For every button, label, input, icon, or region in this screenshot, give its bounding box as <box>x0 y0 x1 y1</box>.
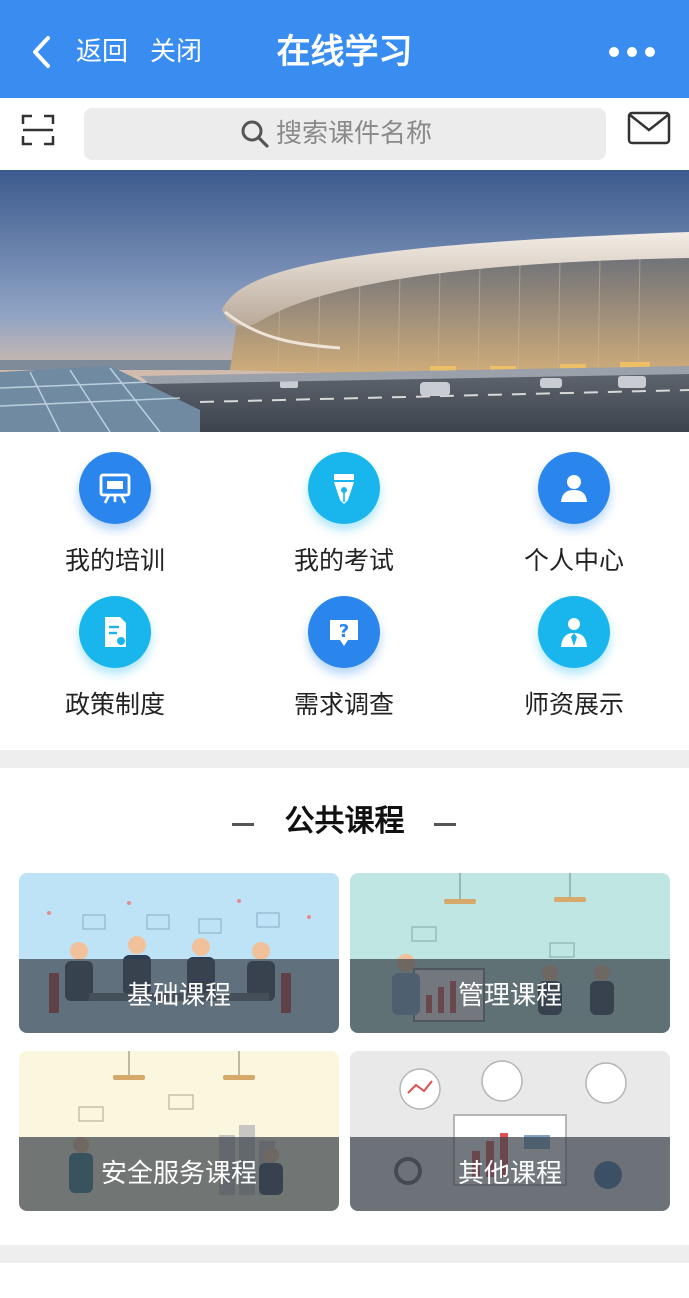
airport-terminal-photo <box>0 170 689 432</box>
scan-icon[interactable] <box>20 112 56 148</box>
section-title-public-courses: 公共课程 <box>284 804 405 839</box>
banner-image[interactable] <box>0 170 689 432</box>
course-card-label: 其他课程 <box>457 1159 562 1189</box>
policy-document-icon <box>79 596 151 668</box>
menu-item-my-training[interactable]: 我的培训 <box>15 452 215 582</box>
search-box[interactable] <box>84 108 606 160</box>
menu-item-survey[interactable]: ? 需求调查 <box>244 596 444 726</box>
menu-item-personal-center[interactable]: 个人中心 <box>474 452 674 582</box>
mail-icon[interactable] <box>627 110 671 146</box>
teacher-icon <box>538 596 610 668</box>
course-card-management[interactable]: 管理课程 <box>350 873 670 1033</box>
menu-item-teachers[interactable]: 师资展示 <box>474 596 674 726</box>
menu-item-my-exam[interactable]: 我的考试 <box>244 452 444 582</box>
bottom-divider <box>0 1245 689 1263</box>
course-card-label: 基础课程 <box>126 981 231 1011</box>
function-menu-grid: 我的培训 我的考试 个人中心 政策制度 ? 需求调查 师资展示 <box>0 432 689 750</box>
menu-label: 个人中心 <box>523 546 624 575</box>
top-nav-bar: 返回 关闭 在线学习 <box>0 0 689 98</box>
svg-text:?: ? <box>339 621 349 642</box>
title-dash-right <box>434 823 456 826</box>
course-card-other[interactable]: 其他课程 <box>350 1051 670 1211</box>
close-button[interactable]: 关闭 <box>150 34 202 70</box>
question-bubble-icon: ? <box>308 596 380 668</box>
course-card-safety-service[interactable]: 安全服务课程 <box>19 1051 339 1211</box>
training-board-icon <box>79 452 151 524</box>
back-arrow-icon[interactable] <box>26 32 60 72</box>
search-input[interactable] <box>276 114 596 154</box>
person-icon <box>538 452 610 524</box>
course-card-label: 安全服务课程 <box>100 1159 257 1189</box>
search-bar-row <box>0 98 689 170</box>
menu-label: 我的培训 <box>64 546 165 575</box>
menu-label: 师资展示 <box>523 690 624 719</box>
section-divider <box>0 750 689 768</box>
pen-nib-icon <box>308 452 380 524</box>
course-card-basic[interactable]: 基础课程 <box>19 873 339 1033</box>
search-icon <box>241 120 269 148</box>
menu-label: 政策制度 <box>64 690 165 719</box>
back-button[interactable]: 返回 <box>76 34 128 70</box>
menu-label: 我的考试 <box>293 546 394 575</box>
more-options-icon[interactable] <box>606 40 658 64</box>
menu-label: 需求调查 <box>293 690 394 719</box>
menu-item-policy[interactable]: 政策制度 <box>15 596 215 726</box>
course-card-label: 管理课程 <box>457 981 562 1011</box>
